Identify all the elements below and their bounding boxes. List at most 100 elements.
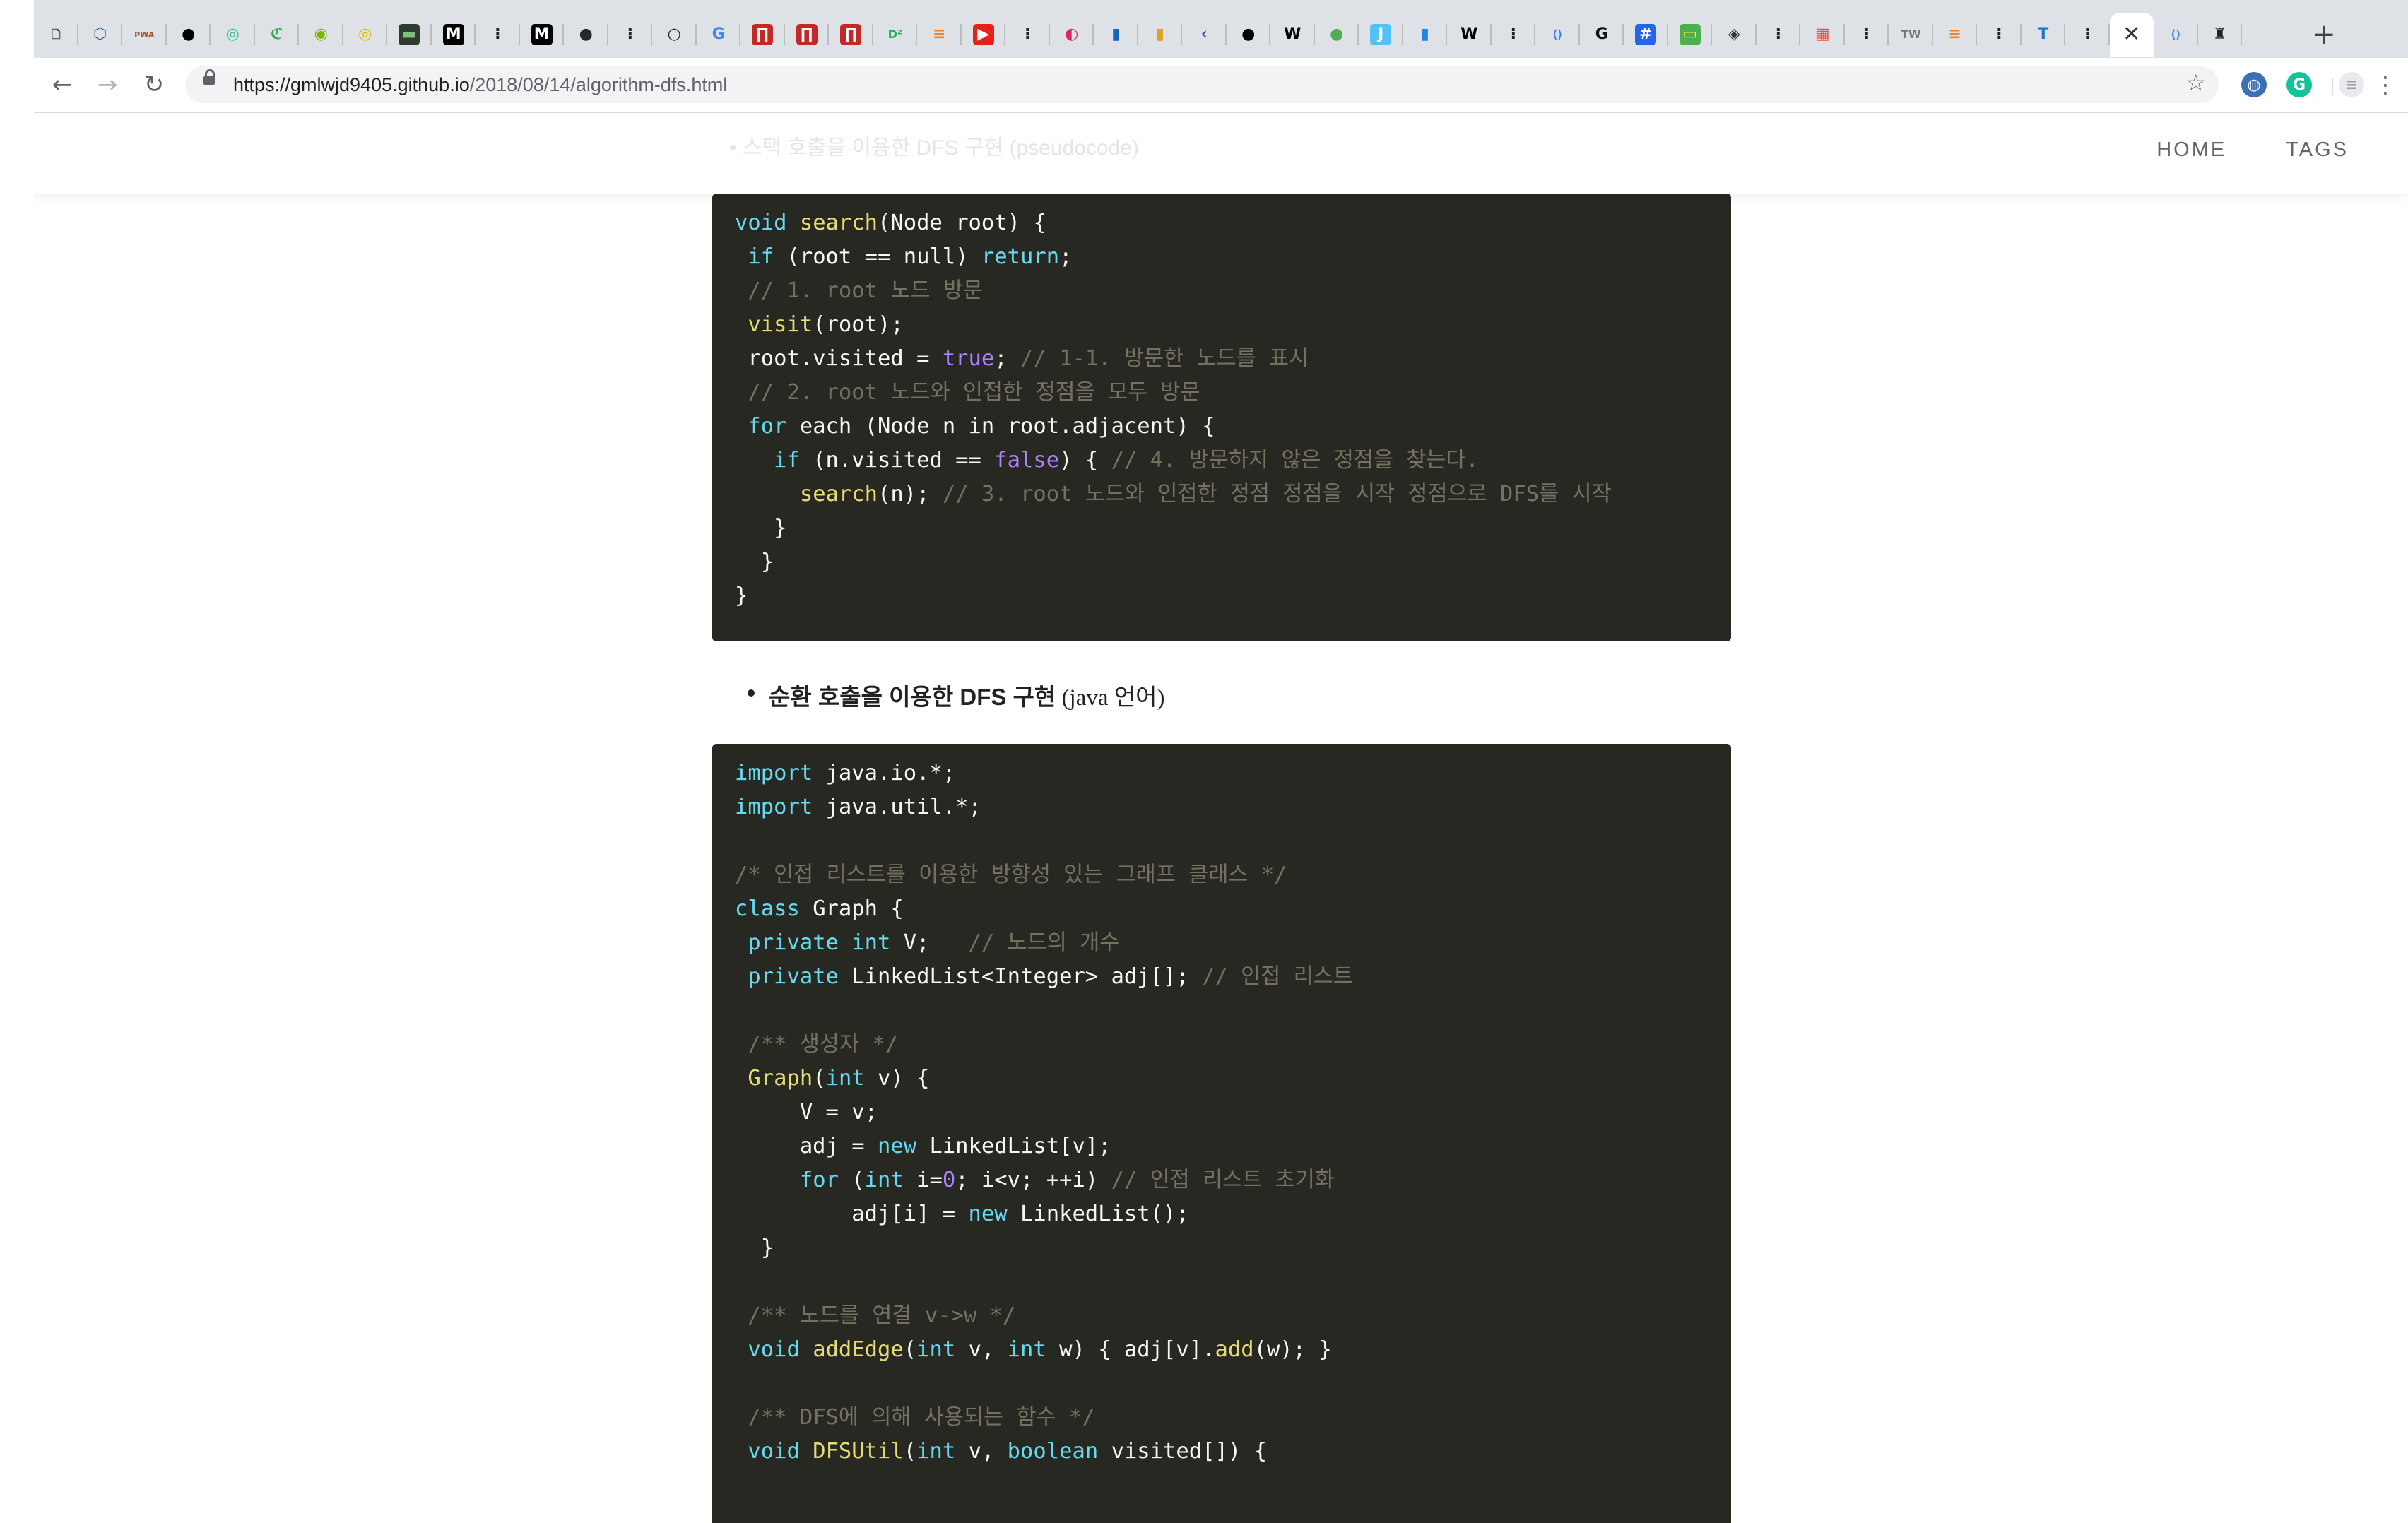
- browser-tab[interactable]: ⁝: [1757, 13, 1801, 57]
- browser-tab[interactable]: T: [2022, 13, 2066, 57]
- google-icon: G: [712, 25, 725, 43]
- browser-tab[interactable]: G: [1580, 13, 1624, 57]
- browser-tab[interactable]: M: [432, 13, 476, 57]
- url-host: https://gmlwjd9405.github.io: [233, 74, 470, 95]
- browser-tab[interactable]: ●: [1227, 13, 1271, 57]
- browser-tab[interactable]: ▮: [1138, 13, 1183, 57]
- browser-tab[interactable]: ⁝: [608, 13, 653, 57]
- browser-tab[interactable]: ⁝: [1845, 13, 1889, 57]
- code-token: ;: [1059, 244, 1073, 269]
- browser-tab[interactable]: ◐: [1050, 13, 1094, 57]
- browser-tab[interactable]: 🗋: [34, 13, 78, 57]
- browser-tab[interactable]: ≡: [917, 13, 962, 57]
- browser-tab[interactable]: ●: [1315, 13, 1359, 57]
- t-logo-icon: T: [2038, 25, 2049, 43]
- browser-tab[interactable]: ≡: [1933, 13, 1978, 57]
- grammarly-icon[interactable]: G: [2286, 72, 2312, 97]
- browser-tab[interactable]: ⟨⟩: [1535, 13, 1580, 57]
- green-circle-icon: ●: [1330, 25, 1344, 43]
- url-text[interactable]: https://gmlwjd9405.github.io/2018/08/14/…: [233, 66, 727, 103]
- browser-tab[interactable]: ▮: [1403, 13, 1448, 57]
- code-token: int: [864, 1168, 904, 1192]
- browser-tab[interactable]: ●: [167, 13, 211, 57]
- bookmark-star-icon[interactable]: ☆: [2185, 69, 2206, 96]
- extension-icon[interactable]: ≡: [2339, 72, 2364, 97]
- black-circle-icon: ●: [182, 25, 196, 43]
- extension-globe-icon[interactable]: ◍: [2241, 72, 2267, 97]
- code-line: /** 노드를 연결 v->w */: [735, 1299, 1708, 1333]
- code-token: private: [748, 930, 839, 955]
- browser-tab[interactable]: ⁝: [1977, 13, 2022, 57]
- green-swirl-icon: ◎: [225, 25, 240, 43]
- new-tab-button[interactable]: +: [2302, 13, 2346, 57]
- code-icon: ⟨⟩: [2170, 28, 2181, 41]
- browser-tab[interactable]: ⟨⟩: [2154, 13, 2198, 57]
- browser-tab[interactable]: D²: [873, 13, 918, 57]
- code-token: (root == null): [774, 244, 981, 269]
- browser-tab[interactable]: ▭: [1668, 13, 1713, 57]
- terminal-icon: ▬: [399, 24, 420, 45]
- code-token: int: [1007, 1337, 1046, 1362]
- browser-tab[interactable]: ▮: [1094, 13, 1138, 57]
- code-token: root.visited =: [735, 346, 943, 371]
- browser-tab[interactable]: M: [520, 13, 565, 57]
- code-token: void: [735, 211, 787, 235]
- close-icon[interactable]: ✕: [2121, 24, 2142, 45]
- code-line: /** DFS에 의해 사용되는 함수 */: [735, 1401, 1708, 1435]
- code-icon: ⟨⟩: [1552, 28, 1563, 41]
- browser-tab[interactable]: G: [697, 13, 741, 57]
- browser-menu-icon[interactable]: ⋮: [2371, 65, 2400, 105]
- browser-tab[interactable]: PWA: [122, 13, 167, 57]
- c-logo-icon: ℭ: [270, 25, 283, 43]
- browser-tab[interactable]: ○: [652, 13, 697, 57]
- browser-tab[interactable]: ⁝: [2065, 13, 2110, 57]
- reload-button[interactable]: ↻: [134, 65, 174, 105]
- browser-tab[interactable]: ♜: [2198, 13, 2243, 57]
- browser-tab[interactable]: ◈: [1712, 13, 1757, 57]
- browser-tab[interactable]: ◎: [343, 13, 388, 57]
- browser-tab[interactable]: W: [1447, 13, 1492, 57]
- lock-icon: [203, 69, 215, 85]
- browser-tab[interactable]: W: [1270, 13, 1315, 57]
- browser-tab[interactable]: TW: [1889, 13, 1933, 57]
- diamond-icon: ◈: [1728, 25, 1740, 43]
- site-nav-home[interactable]: HOME: [2156, 138, 2226, 162]
- browser-tab[interactable]: ‹: [1182, 13, 1227, 57]
- code-token: class: [735, 896, 800, 921]
- browser-tab[interactable]: ⬡: [78, 13, 123, 57]
- code-token: (: [838, 1168, 865, 1192]
- forward-button[interactable]: →: [88, 65, 127, 105]
- browser-tab[interactable]: ∏: [829, 13, 873, 57]
- browser-tab[interactable]: ◎: [211, 13, 255, 57]
- code-token: new: [968, 1202, 1008, 1226]
- browser-tab[interactable]: ⁝: [476, 13, 520, 57]
- code-token: w) { adj[v].: [1046, 1337, 1215, 1362]
- browser-tab[interactable]: ⁝: [1492, 13, 1536, 57]
- browser-tab[interactable]: J: [1359, 13, 1403, 57]
- code-token: search: [799, 482, 878, 506]
- browser-tab[interactable]: ▶: [962, 13, 1006, 57]
- browser-tab[interactable]: ⁝: [1005, 13, 1050, 57]
- site-header: HOME TAGS: [34, 113, 2408, 194]
- browser-tab[interactable]: ℭ: [255, 13, 300, 57]
- browser-tab[interactable]: ∏: [740, 13, 785, 57]
- browser-tab[interactable]: ◉: [299, 13, 343, 57]
- tw-icon: TW: [1900, 28, 1921, 41]
- browser-tab[interactable]: ▬: [387, 13, 432, 57]
- browser-tab[interactable]: ∏: [785, 13, 830, 57]
- code-line: adj = new LinkedList[v];: [735, 1130, 1708, 1163]
- browser-tab[interactable]: ●: [564, 13, 608, 57]
- browser-tab[interactable]: ✕: [2109, 13, 2154, 57]
- code-token: /** 노드를 연결 v->w */: [748, 1303, 1016, 1328]
- site-nav-tags[interactable]: TAGS: [2286, 138, 2349, 162]
- back-button[interactable]: ←: [42, 65, 82, 105]
- address-bar[interactable]: https://gmlwjd9405.github.io/2018/08/14/…: [185, 66, 2219, 103]
- code-token: void: [748, 1337, 800, 1362]
- code-token: int: [916, 1439, 956, 1464]
- browser-tab[interactable]: ▦: [1800, 13, 1845, 57]
- browser-tab[interactable]: #: [1624, 13, 1668, 57]
